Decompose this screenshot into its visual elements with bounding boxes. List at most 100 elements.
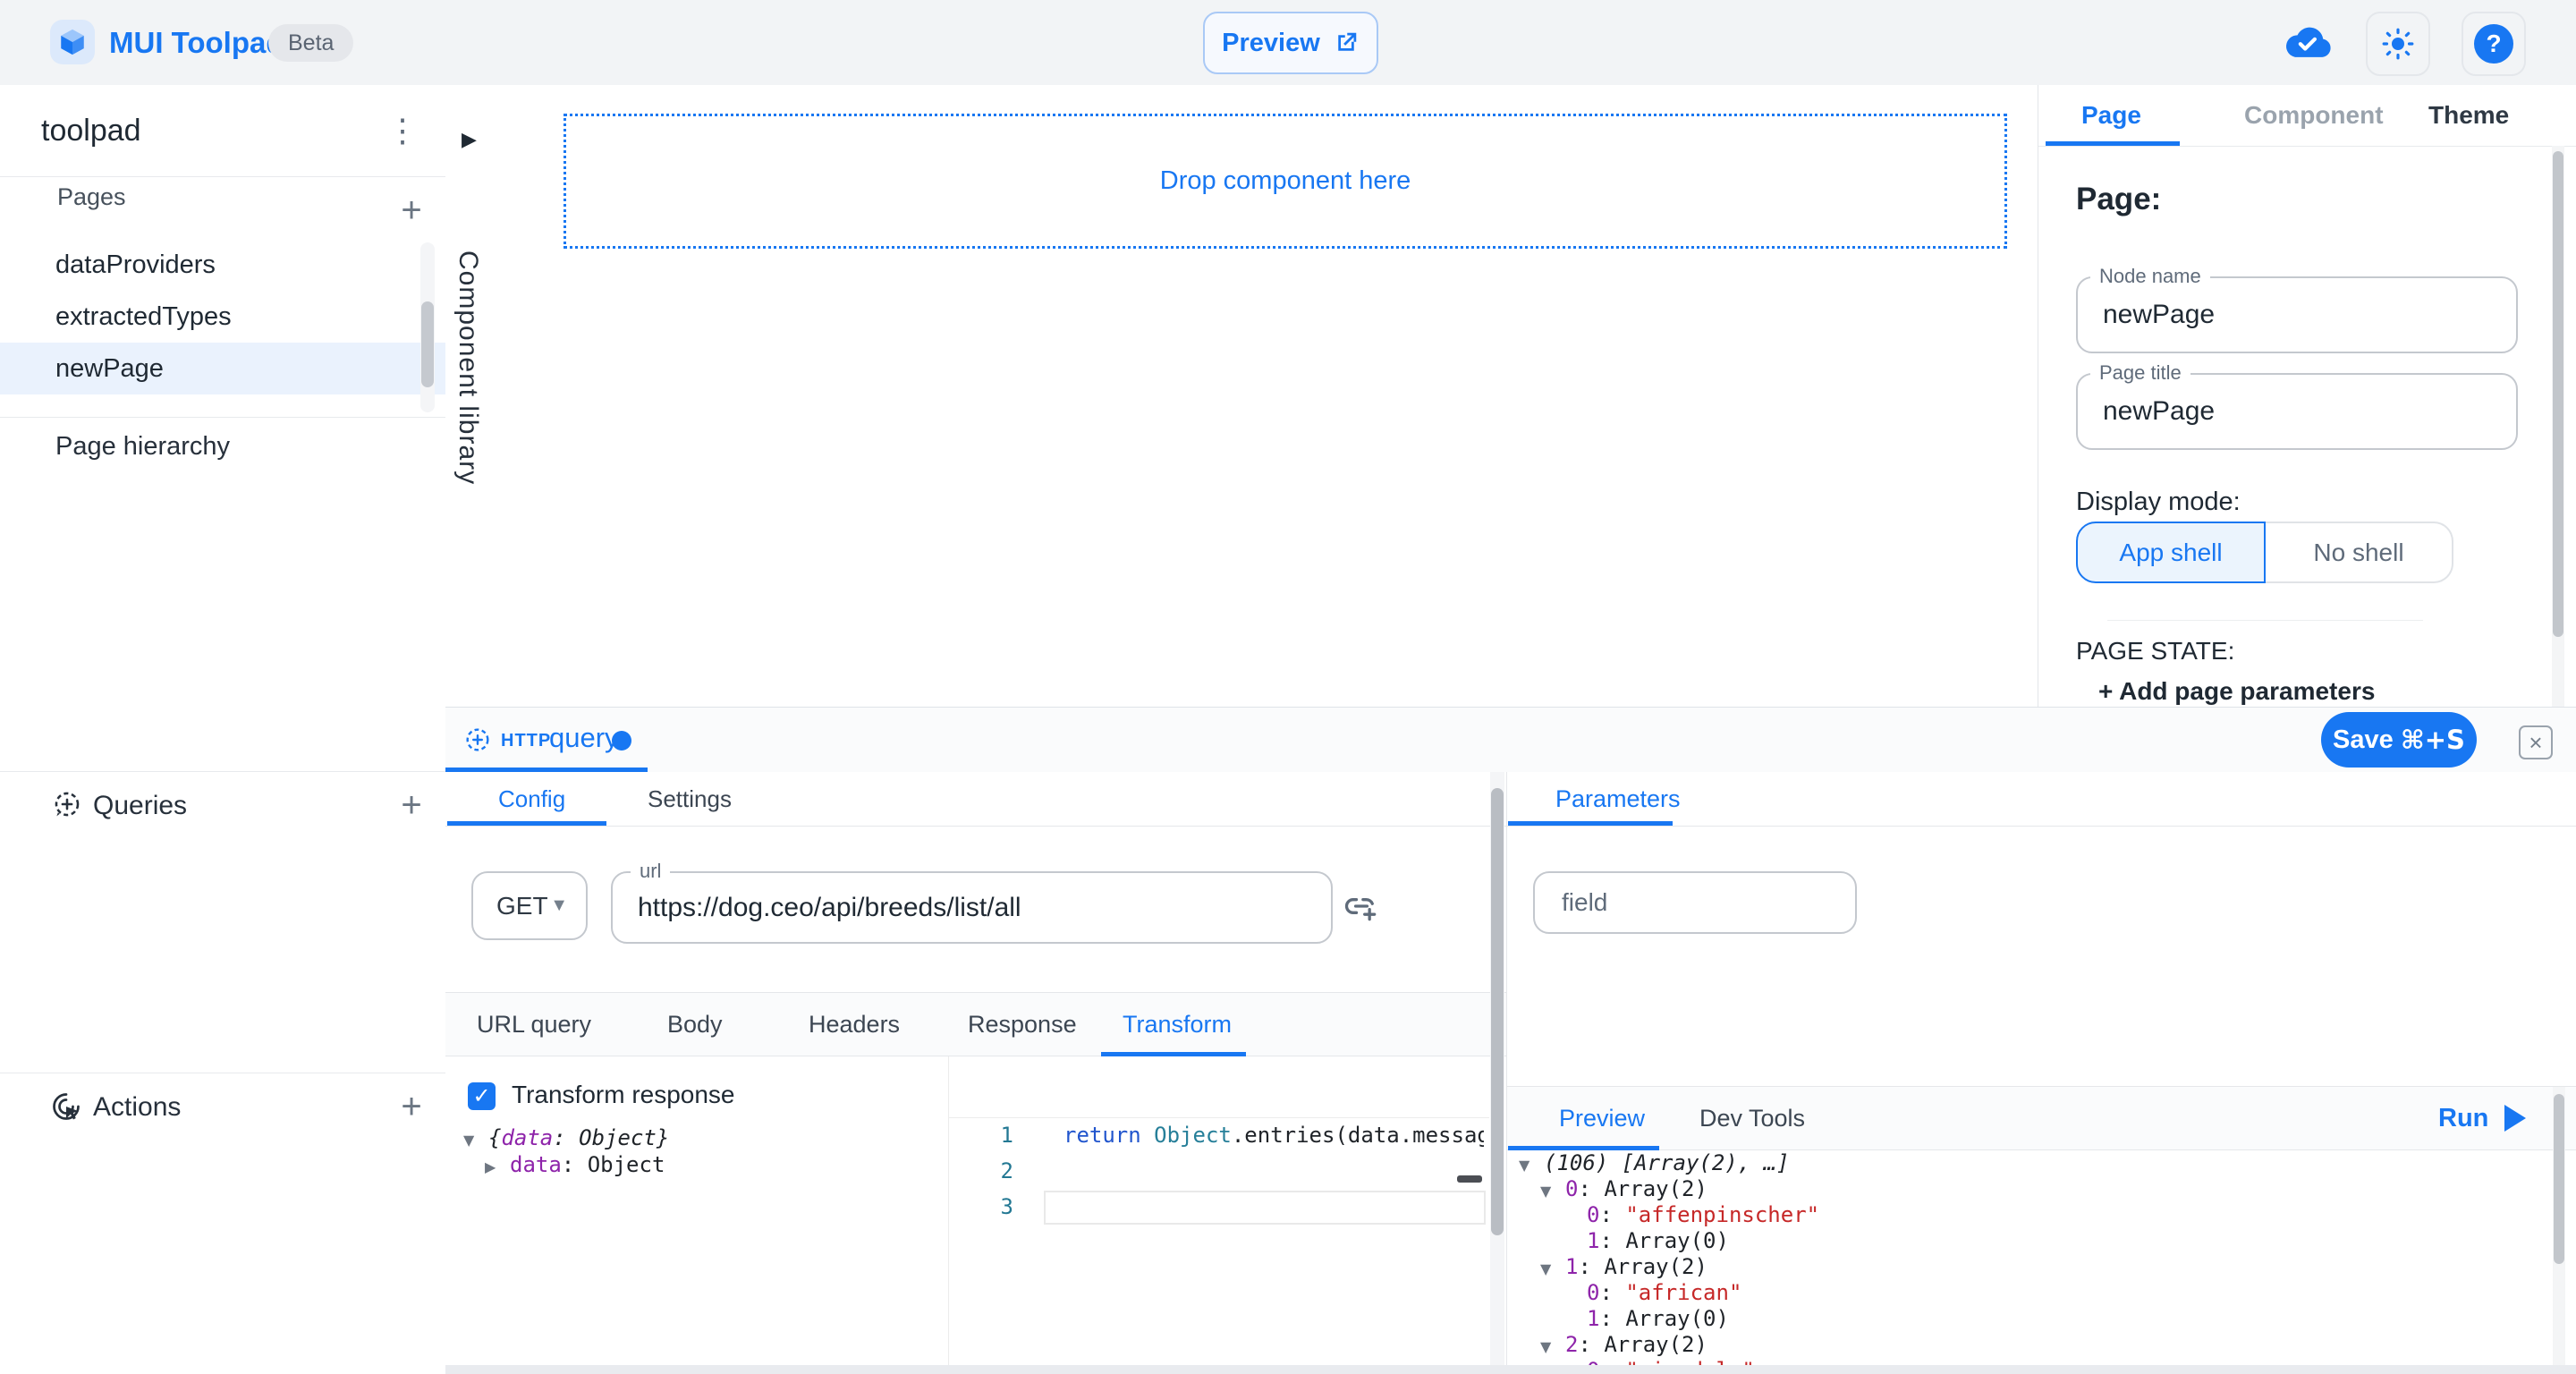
tab-theme[interactable]: Theme xyxy=(2428,85,2509,146)
tree-token: : Array(2) xyxy=(1578,1176,1707,1201)
sidebar-page-item[interactable]: extractedTypes xyxy=(0,291,445,343)
tree-token: : Array(0) xyxy=(1599,1306,1729,1331)
tree-token: : Array(0) xyxy=(1599,1228,1729,1253)
queries-icon xyxy=(52,789,82,819)
transform-input-tree[interactable]: ▼{data: Object}▶data: Object xyxy=(463,1124,928,1178)
tree-row[interactable]: ▼0: Array(2) xyxy=(1519,1176,2538,1202)
sidebar-page-item[interactable]: dataProviders xyxy=(0,239,445,291)
code-line[interactable] xyxy=(1063,1189,1484,1225)
result-json-tree[interactable]: ▼(106) [Array(2), …]▼0: Array(2)0: "affe… xyxy=(1519,1150,2538,1365)
tree-expand-icon[interactable]: ▼ xyxy=(1540,1334,1565,1360)
parameter-field-input[interactable]: field xyxy=(1533,871,1857,934)
chevron-right-icon[interactable]: ▶ xyxy=(462,128,477,151)
tree-row[interactable]: ▶data: Object xyxy=(463,1151,928,1178)
add-action-button[interactable]: + xyxy=(392,1087,431,1126)
inspector-scrollbar-thumb[interactable] xyxy=(2553,151,2563,637)
close-panel-icon[interactable]: × xyxy=(2519,725,2553,759)
help-button[interactable]: ? xyxy=(2462,12,2526,76)
tree-token: 1 xyxy=(1565,1254,1578,1279)
sidebar-page-item[interactable]: newPage xyxy=(0,343,445,394)
binding-link-icon[interactable] xyxy=(1342,886,1381,926)
tree-token: data xyxy=(501,1125,553,1150)
pages-list: dataProvidersextractedTypesnewPage xyxy=(0,239,445,394)
tab-component[interactable]: Component xyxy=(2244,85,2384,146)
tree-row[interactable]: 1: Array(0) xyxy=(1519,1306,2538,1332)
app-header: MUI Toolpad Beta Preview ? xyxy=(0,0,2576,86)
tree-row[interactable]: ▼2: Array(2) xyxy=(1519,1332,2538,1358)
tab-dev-tools[interactable]: Dev Tools xyxy=(1699,1086,1805,1150)
tab-response[interactable]: Response xyxy=(968,992,1077,1056)
add-query-button[interactable]: + xyxy=(392,785,431,825)
cloud-sync-icon[interactable] xyxy=(2283,23,2333,63)
tree-row[interactable]: ▼1: Array(2) xyxy=(1519,1254,2538,1280)
tab-settings[interactable]: Settings xyxy=(648,772,732,826)
query-panel-header: HTTP query Save ⌘+S × xyxy=(445,708,2576,773)
toggle-no-shell[interactable]: No shell xyxy=(2266,522,2453,583)
tree-token: (106) [Array(2), …] xyxy=(1544,1150,1790,1175)
tab-transform[interactable]: Transform xyxy=(1123,992,1232,1056)
divider xyxy=(0,417,445,418)
theme-mode-button[interactable] xyxy=(2366,12,2430,76)
tab-body[interactable]: Body xyxy=(667,992,723,1056)
divider xyxy=(0,771,445,772)
add-page-button[interactable]: + xyxy=(392,191,431,230)
pages-scrollbar-thumb[interactable] xyxy=(421,301,434,387)
tab-page[interactable]: Page xyxy=(2081,85,2141,146)
actions-section-label: Actions xyxy=(93,1092,181,1123)
tab-config[interactable]: Config xyxy=(498,772,565,826)
active-tab-underline xyxy=(2046,141,2180,146)
pane-divider xyxy=(1506,772,1507,1366)
divider xyxy=(0,176,445,177)
transform-code-editor[interactable]: 1return Object.entries(data.messag23 xyxy=(948,1056,1489,1365)
run-button-label: Run xyxy=(2438,1104,2488,1133)
drop-zone[interactable]: Drop component here xyxy=(564,114,2007,249)
project-kebab-menu-icon[interactable]: ⋮ xyxy=(380,108,425,153)
tree-token: "affenpinscher" xyxy=(1625,1202,1819,1227)
tree-row[interactable]: 0: "african" xyxy=(1519,1280,2538,1306)
sidebar: toolpad ⋮ Pages + dataProvidersextracted… xyxy=(0,85,446,1374)
tree-row[interactable]: 0: "airedale" xyxy=(1519,1358,2538,1365)
code-line[interactable]: return Object.entries(data.messag xyxy=(1063,1117,1484,1153)
tab-preview[interactable]: Preview xyxy=(1559,1086,1645,1150)
page-canvas: Drop component here xyxy=(503,85,2038,707)
tree-row[interactable]: ▼{data: Object} xyxy=(463,1124,928,1151)
component-library-label: Component library xyxy=(453,250,483,485)
url-input[interactable]: https://dog.ceo/api/breeds/list/all xyxy=(611,871,1333,944)
config-scrollbar-thumb[interactable] xyxy=(1491,788,1504,1235)
tab-headers[interactable]: Headers xyxy=(809,992,900,1056)
add-page-parameters-button[interactable]: + Add page parameters xyxy=(2098,677,2474,707)
preview-scrollbar-thumb[interactable] xyxy=(2554,1094,2564,1264)
component-library-strip[interactable]: ▶ Component library xyxy=(445,85,504,707)
save-button[interactable]: Save ⌘+S xyxy=(2321,712,2477,768)
tree-row[interactable]: ▼(106) [Array(2), …] xyxy=(1519,1150,2538,1176)
tree-expand-icon[interactable]: ▼ xyxy=(1540,1178,1565,1204)
tree-expand-icon[interactable]: ▼ xyxy=(463,1127,488,1154)
code-token: return xyxy=(1063,1123,1154,1148)
app-title: MUI Toolpad xyxy=(109,0,284,85)
transform-response-checkbox[interactable]: ✓ xyxy=(468,1082,496,1110)
tree-expand-icon[interactable]: ▼ xyxy=(1540,1256,1565,1282)
unsaved-changes-dot xyxy=(612,731,631,751)
tree-token: data xyxy=(510,1152,562,1177)
toolpad-app: MUI Toolpad Beta Preview ? toolpad ⋮ xyxy=(0,0,2576,1374)
page-heading: Page: xyxy=(2076,182,2161,217)
tab-parameters[interactable]: Parameters xyxy=(1555,772,1681,826)
tree-row[interactable]: 0: "affenpinscher" xyxy=(1519,1202,2538,1228)
code-line[interactable] xyxy=(1063,1153,1484,1189)
drop-hint-text: Drop component here xyxy=(1160,166,1411,196)
preview-button[interactable]: Preview xyxy=(1203,12,1378,74)
chevron-down-icon: ▼ xyxy=(550,895,568,916)
light-mode-icon xyxy=(2380,26,2416,62)
tab-url-query[interactable]: URL query xyxy=(477,992,591,1056)
tree-expand-icon[interactable]: ▼ xyxy=(1519,1152,1544,1178)
tree-expand-icon[interactable]: ▶ xyxy=(485,1154,510,1181)
tree-token: 2 xyxy=(1565,1332,1578,1357)
toggle-app-shell[interactable]: App shell xyxy=(2076,522,2266,583)
query-tab[interactable]: HTTP query xyxy=(445,708,648,772)
run-button[interactable]: Run xyxy=(2438,1086,2526,1150)
tree-token: 0 xyxy=(1565,1176,1578,1201)
tree-row[interactable]: 1: Array(0) xyxy=(1519,1228,2538,1254)
page-hierarchy-label[interactable]: Page hierarchy xyxy=(55,432,230,462)
http-method-select[interactable]: GET ▼ xyxy=(471,871,588,940)
tree-token: "african" xyxy=(1625,1280,1741,1305)
